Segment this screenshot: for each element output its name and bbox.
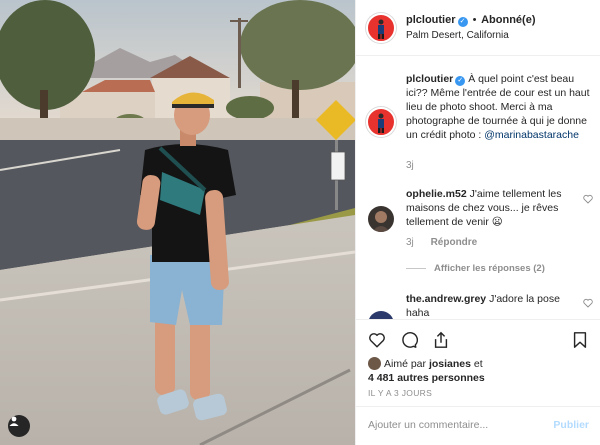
comment-text: the.andrew.grey J'adore la pose haha [406, 292, 578, 319]
caption-text: plcloutier ✓ À quel point c'est beau ici?… [406, 72, 596, 142]
view-replies-button[interactable]: Afficher les réponses (2) [406, 263, 545, 274]
reply-button[interactable]: Répondre [431, 237, 478, 248]
instagram-post-view: plcloutier ✓ • Abonné(e) Palm Desert, Cal… [0, 0, 600, 445]
avatar-figure-icon [378, 113, 384, 133]
add-comment-bar: Publier [356, 406, 600, 445]
post-header: plcloutier ✓ • Abonné(e) Palm Desert, Cal… [356, 0, 600, 56]
author-username[interactable]: plcloutier [406, 14, 456, 26]
comment-avatar[interactable] [368, 206, 394, 232]
follow-status-button[interactable]: Abonné(e) [481, 14, 535, 26]
bookmark-icon[interactable] [571, 331, 589, 349]
comment-avatar[interactable] [368, 311, 394, 319]
comment-username[interactable]: the.andrew.grey [406, 293, 486, 305]
post-sidebar: plcloutier ✓ • Abonné(e) Palm Desert, Cal… [355, 0, 600, 445]
small-heart-icon[interactable] [583, 298, 593, 308]
user-tag-icon[interactable] [8, 415, 30, 437]
avatar-figure-icon [378, 19, 384, 39]
comment-text: ophelie.m52 J'aime tellement les maisons… [406, 187, 578, 229]
comments-list[interactable]: plcloutier ✓ À quel point c'est beau ici?… [356, 57, 600, 319]
post-location[interactable]: Palm Desert, California [406, 30, 509, 41]
caption-username[interactable]: plcloutier [406, 73, 453, 85]
post-actions: Aimé par josianes et 4 481 autres person… [356, 319, 600, 444]
author-avatar[interactable] [366, 13, 396, 43]
comment-time[interactable]: 3j [406, 237, 414, 248]
likes-conjunction: et [470, 358, 483, 370]
likes-summary: Aimé par josianes et 4 481 autres person… [368, 357, 593, 385]
liker-avatar[interactable] [368, 357, 381, 370]
share-icon[interactable] [432, 331, 450, 349]
header-separator: • [472, 14, 477, 26]
other-likers-link[interactable]: 4 481 autres personnes [368, 372, 485, 384]
caption-avatar[interactable] [366, 107, 396, 137]
caption-mention-link[interactable]: @marinabastarache [484, 129, 579, 141]
verified-badge-icon: ✓ [457, 17, 468, 27]
small-heart-icon[interactable] [583, 194, 593, 204]
caption-time[interactable]: 3j [406, 160, 414, 171]
publish-button[interactable]: Publier [553, 419, 589, 431]
heart-icon[interactable] [368, 331, 386, 349]
photo-scene [0, 0, 355, 445]
likes-prefix: Aimé par [384, 358, 429, 370]
avatar-photo-icon [372, 211, 390, 232]
comment-icon[interactable] [400, 331, 418, 349]
person-glyph-icon [9, 416, 19, 426]
comment-input[interactable] [368, 419, 538, 431]
author-line: plcloutier ✓ • Abonné(e) [406, 14, 535, 27]
comment-username[interactable]: ophelie.m52 [406, 188, 467, 200]
comment-meta: 3j Répondre [406, 237, 477, 248]
post-photo[interactable] [0, 0, 355, 445]
post-date[interactable]: IL Y A 3 JOURS [368, 388, 432, 398]
verified-badge-icon: ✓ [455, 76, 466, 86]
first-liker-link[interactable]: josianes [429, 358, 471, 370]
